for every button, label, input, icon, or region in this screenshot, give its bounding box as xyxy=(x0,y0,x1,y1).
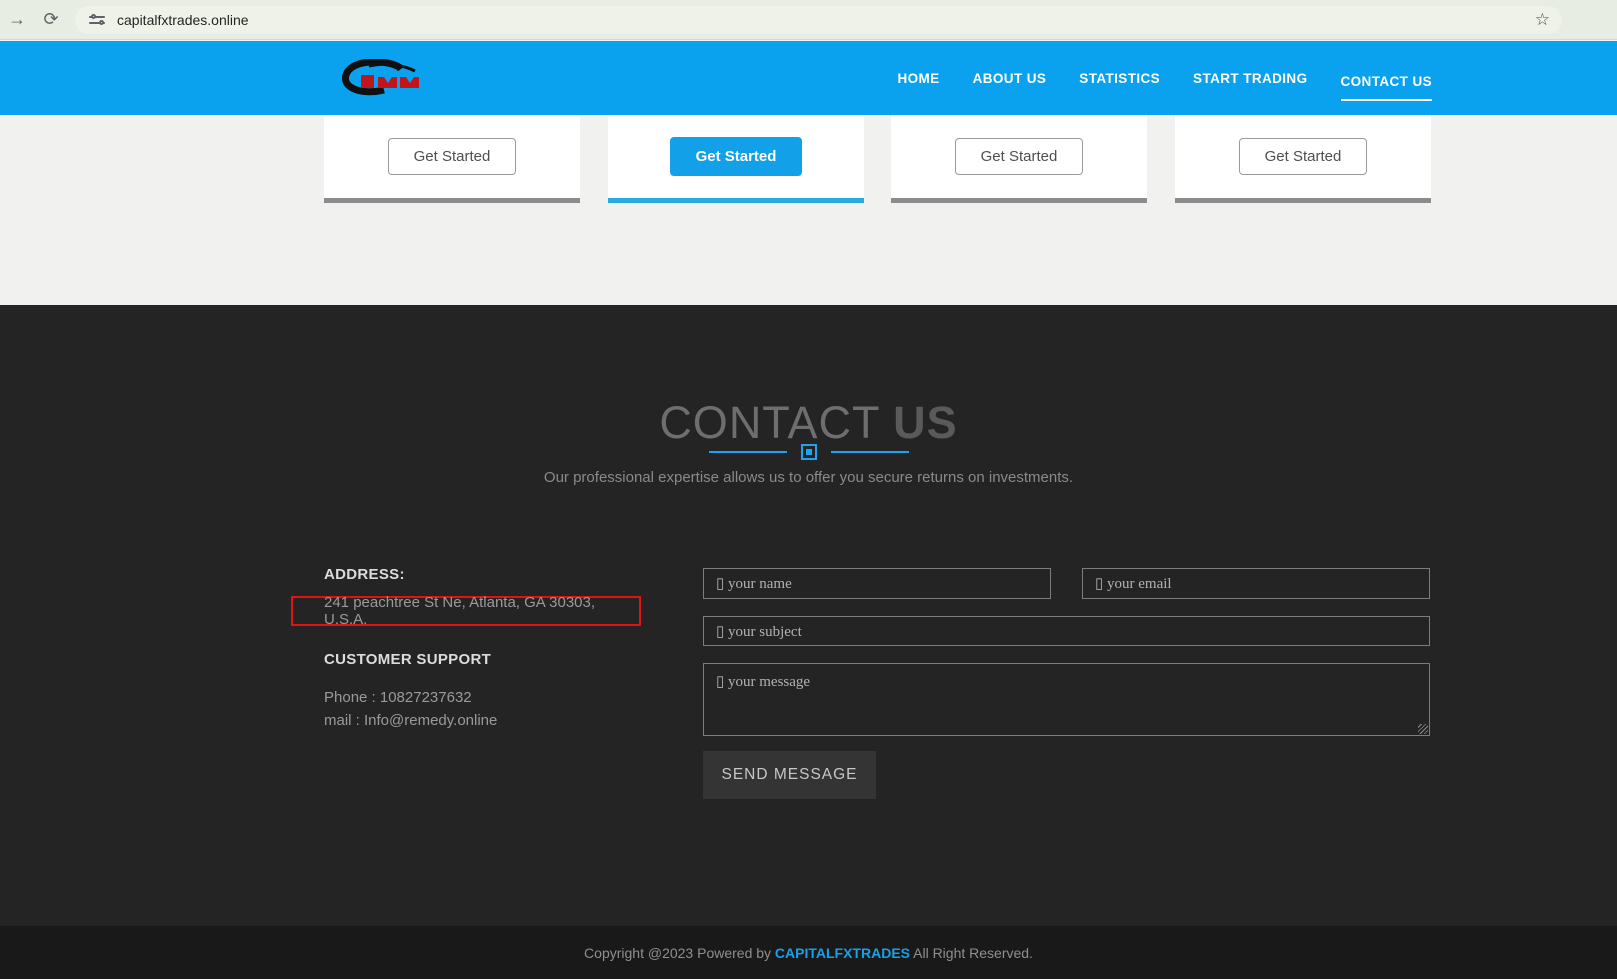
site-header: HOME ABOUT US STATISTICS START TRADING C… xyxy=(0,41,1617,115)
section-title: CONTACT US xyxy=(0,397,1617,449)
nav-item-statistics[interactable]: STATISTICS xyxy=(1079,65,1160,92)
get-started-button-2[interactable]: Get Started xyxy=(669,137,803,176)
get-started-button-1[interactable]: Get Started xyxy=(387,138,517,175)
plan-card-featured: Get Started xyxy=(608,115,864,203)
textarea-resize-handle[interactable] xyxy=(1418,724,1428,734)
address-bar[interactable]: capitalfxtrades.online ☆ xyxy=(75,6,1562,34)
section-title-light: CONTACT xyxy=(659,397,894,448)
send-message-button[interactable]: SEND MESSAGE xyxy=(703,751,876,799)
browser-toolbar: → ⟳ capitalfxtrades.online ☆ xyxy=(0,0,1617,40)
contact-section: CONTACT US Our professional expertise al… xyxy=(0,305,1617,926)
title-divider xyxy=(0,443,1617,461)
message-field-wrap xyxy=(703,663,1430,736)
subject-input[interactable] xyxy=(703,616,1430,646)
phone-text: Phone : 10827237632 xyxy=(324,689,472,706)
plan-card: Get Started xyxy=(1175,115,1431,203)
message-textarea[interactable] xyxy=(703,663,1430,736)
divider-square-icon xyxy=(800,444,817,460)
plan-card: Get Started xyxy=(891,115,1147,203)
divider-line xyxy=(830,451,909,453)
get-started-button-3[interactable]: Get Started xyxy=(954,138,1084,175)
copyright-prefix: Copyright @2023 Powered by xyxy=(584,944,775,961)
get-started-button-4[interactable]: Get Started xyxy=(1238,138,1368,175)
mail-text: mail : Info@remedy.online xyxy=(324,712,498,729)
nav-item-about-us[interactable]: ABOUT US xyxy=(973,65,1047,92)
bookmark-star-icon[interactable]: ☆ xyxy=(1535,10,1550,30)
site-settings-icon[interactable] xyxy=(89,13,107,27)
plans-section: Get Started Get Started Get Started Get … xyxy=(0,115,1617,305)
address-highlight-box: 241 peachtree St Ne, Atlanta, GA 30303, … xyxy=(291,594,641,628)
nav-item-contact-us[interactable]: CONTACT US xyxy=(1340,68,1432,101)
url-text[interactable]: capitalfxtrades.online xyxy=(117,12,249,28)
email-input[interactable] xyxy=(1082,568,1430,599)
customer-support-heading: CUSTOMER SUPPORT xyxy=(324,651,492,668)
section-subtitle: Our professional expertise allows us to … xyxy=(543,469,1074,486)
logo-graphic xyxy=(342,58,419,96)
copyright-suffix: All Right Reserved. xyxy=(910,944,1033,961)
site-logo[interactable] xyxy=(331,58,419,102)
plan-card: Get Started xyxy=(324,115,580,203)
nav-item-start-trading[interactable]: START TRADING xyxy=(1193,65,1307,92)
footer-brand-link[interactable]: CAPITALFXTRADES xyxy=(775,945,910,961)
forward-icon[interactable]: → xyxy=(0,9,34,30)
site-footer: Copyright @2023 Powered by CAPITALFXTRAD… xyxy=(0,926,1617,979)
address-text: 241 peachtree St Ne, Atlanta, GA 30303, … xyxy=(324,594,596,628)
copyright-text: Copyright @2023 Powered by CAPITALFXTRAD… xyxy=(584,945,1033,961)
reload-icon[interactable]: ⟳ xyxy=(34,9,68,30)
main-nav: HOME ABOUT US STATISTICS START TRADING C… xyxy=(897,41,1432,115)
section-title-bold: US xyxy=(893,397,958,448)
divider-line xyxy=(708,451,787,453)
address-heading: ADDRESS: xyxy=(324,566,405,583)
nav-item-home[interactable]: HOME xyxy=(897,65,939,92)
name-input[interactable] xyxy=(703,568,1051,599)
